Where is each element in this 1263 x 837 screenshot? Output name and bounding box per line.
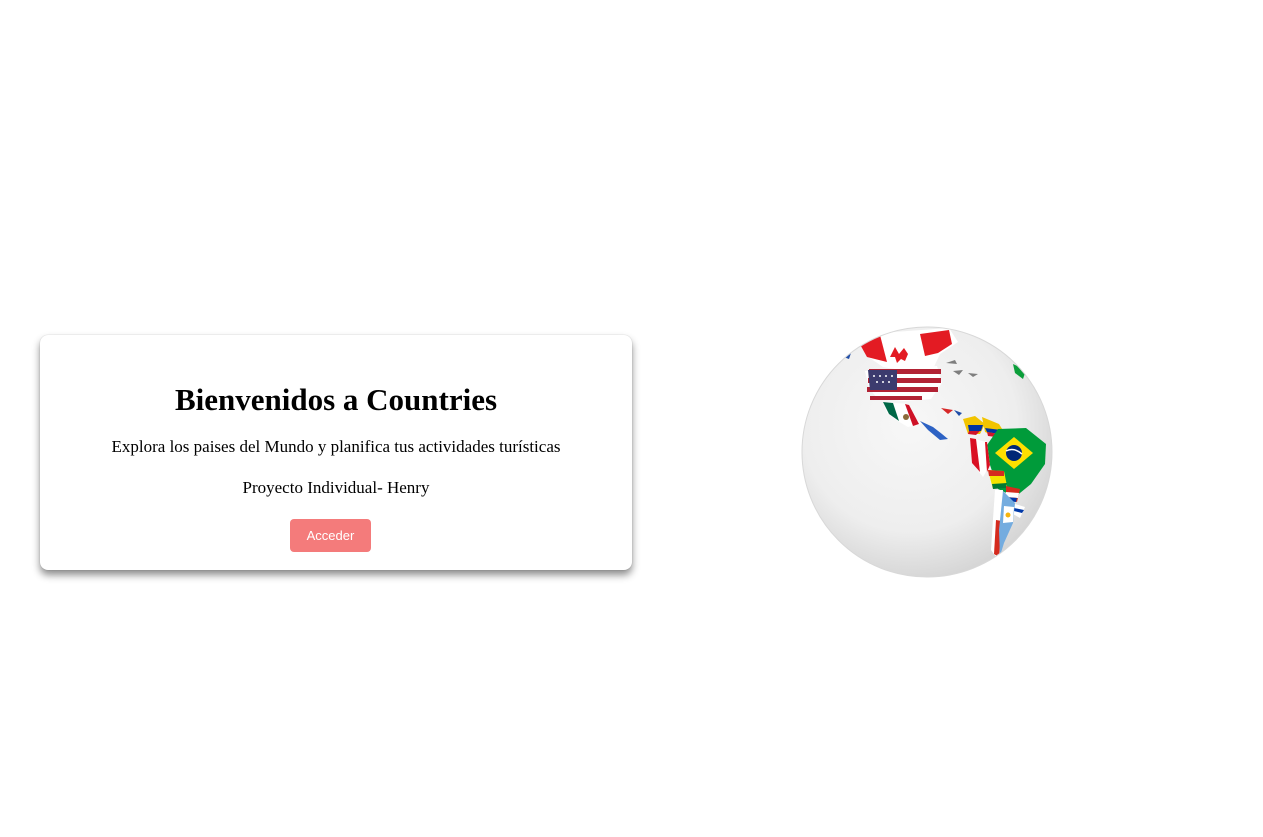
globe-icon [801, 326, 1053, 578]
page-title: Bienvenidos a Countries [174, 382, 498, 417]
project-credit: Proyecto Individual- Henry [242, 478, 430, 497]
welcome-card: Bienvenidos a Countries Explora los pais… [40, 335, 632, 570]
access-button[interactable]: Acceder [290, 519, 371, 552]
world-flags-globe-image [801, 326, 1053, 578]
welcome-description: Explora los paises del Mundo y planifica… [111, 437, 561, 456]
landing-page: Bienvenidos a Countries Explora los pais… [0, 0, 1263, 837]
